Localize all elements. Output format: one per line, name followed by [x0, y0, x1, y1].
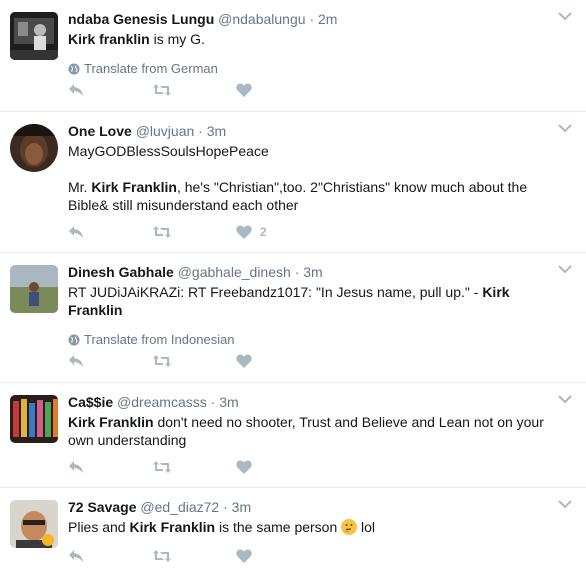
globe-icon — [68, 334, 80, 345]
retweet-icon — [153, 84, 171, 96]
chevron-down-icon[interactable] — [558, 12, 572, 21]
avatar[interactable] — [10, 12, 58, 60]
chevron-down-icon[interactable] — [558, 500, 572, 509]
tweet-text-rest: is my G. — [149, 31, 205, 47]
tweet-text: Kirk Franklin don't need no shooter, Tru… — [68, 413, 556, 449]
like-count: 2 — [260, 225, 267, 239]
retweet-button[interactable] — [152, 354, 236, 368]
keyword-highlight: Kirk franklin — [68, 31, 150, 47]
timestamp[interactable]: 3m — [207, 123, 226, 139]
tweet-text: MayGODBlessSoulsHopePeace Mr. Kirk Frank… — [68, 142, 556, 214]
avatar[interactable] — [10, 500, 58, 548]
retweet-icon — [153, 550, 171, 562]
tweet[interactable]: 72 Savage @ed_diaz72 · 3m Plies and Kirk… — [0, 488, 586, 576]
reply-button[interactable] — [68, 83, 152, 97]
heart-icon — [236, 354, 252, 368]
tweet[interactable]: Dinesh Gabhale @gabhale_dinesh · 3m RT J… — [0, 253, 586, 383]
timestamp[interactable]: 3m — [303, 264, 322, 280]
retweet-icon — [153, 461, 171, 473]
tweet-feed: ndaba Genesis Lungu @ndabalungu · 2m Kir… — [0, 0, 586, 576]
tweet-header: 72 Savage @ed_diaz72 · 3m — [68, 498, 556, 516]
reply-button[interactable] — [68, 549, 152, 563]
chevron-down-icon[interactable] — [558, 265, 572, 274]
user-handle[interactable]: @luvjuan — [136, 123, 195, 139]
like-button[interactable]: 2 — [236, 225, 320, 239]
timestamp[interactable]: 3m — [232, 499, 251, 515]
timestamp[interactable]: 2m — [318, 11, 337, 27]
heart-icon — [236, 549, 252, 563]
display-name[interactable]: 72 Savage — [68, 499, 137, 515]
reply-icon — [69, 550, 83, 562]
thinking-face-emoji-icon — [341, 519, 358, 535]
translate-label: Translate from German — [84, 61, 218, 76]
keyword-highlight: Kirk Franklin — [129, 519, 216, 535]
retweet-icon — [153, 226, 171, 238]
reply-button[interactable] — [68, 354, 152, 368]
user-handle[interactable]: @ed_diaz72 — [140, 499, 219, 515]
like-button[interactable] — [236, 549, 320, 563]
heart-icon — [236, 460, 252, 474]
separator-dot: · — [309, 11, 315, 27]
tweet-header: Ca$$ie @dreamcasss · 3m — [68, 393, 556, 411]
display-name[interactable]: Ca$$ie — [68, 394, 113, 410]
reply-icon — [69, 84, 83, 96]
reply-button[interactable] — [68, 460, 152, 474]
separator-dot: · — [198, 123, 203, 139]
user-handle[interactable]: @dreamcasss — [117, 394, 207, 410]
chevron-down-icon[interactable] — [558, 395, 572, 404]
tweet-text-pre: Mr. — [68, 179, 92, 195]
tweet-text-pre: RT JUDiJAiKRAZi: RT Freebandz1017: "In J… — [68, 284, 483, 300]
display-name[interactable]: One Love — [68, 123, 132, 139]
keyword-highlight: Kirk Franklin — [68, 414, 154, 430]
retweet-icon — [153, 355, 171, 367]
tweet-header: Dinesh Gabhale @gabhale_dinesh · 3m — [68, 263, 556, 281]
heart-icon — [236, 225, 252, 239]
tweet-text: RT JUDiJAiKRAZi: RT Freebandz1017: "In J… — [68, 283, 556, 319]
tweet-text-line: MayGODBlessSoulsHopePeace — [68, 143, 269, 159]
tweet[interactable]: Ca$$ie @dreamcasss · 3m Kirk Franklin do… — [0, 383, 586, 488]
chevron-down-icon[interactable] — [558, 124, 572, 133]
tweet-text-paragraph: Mr. Kirk Franklin, he's "Christian",too.… — [68, 178, 556, 214]
tweet[interactable]: One Love @luvjuan · 3m MayGODBlessSoulsH… — [0, 112, 586, 253]
display-name[interactable]: ndaba Genesis Lungu — [68, 11, 214, 27]
reply-icon — [69, 226, 83, 238]
globe-icon — [68, 63, 80, 74]
avatar[interactable] — [10, 265, 58, 313]
tweet-header: One Love @luvjuan · 3m — [68, 122, 556, 140]
tweet[interactable]: ndaba Genesis Lungu @ndabalungu · 2m Kir… — [0, 0, 586, 112]
tweet-text-rest: lol — [357, 519, 376, 535]
reply-button[interactable] — [68, 225, 152, 239]
keyword-highlight: Kirk Franklin — [91, 179, 177, 195]
retweet-button[interactable] — [152, 460, 236, 474]
display-name[interactable]: Dinesh Gabhale — [68, 264, 174, 280]
separator-dot: · — [223, 499, 228, 515]
separator-dot: · — [294, 264, 300, 280]
avatar[interactable] — [10, 124, 58, 172]
separator-dot: · — [210, 394, 216, 410]
like-button[interactable] — [236, 354, 320, 368]
like-button[interactable] — [236, 460, 320, 474]
reply-icon — [69, 355, 83, 367]
retweet-button[interactable] — [152, 549, 236, 563]
translate-link[interactable]: Translate from German — [68, 61, 556, 76]
user-handle[interactable]: @ndabalungu — [218, 11, 305, 27]
avatar[interactable] — [10, 395, 58, 443]
tweet-text-mid: is the same person — [215, 519, 342, 535]
tweet-text-pre: Plies and — [68, 519, 130, 535]
user-handle[interactable]: @gabhale_dinesh — [178, 264, 291, 280]
reply-icon — [69, 461, 83, 473]
heart-icon — [236, 83, 252, 97]
timestamp[interactable]: 3m — [219, 394, 238, 410]
retweet-button[interactable] — [152, 225, 236, 239]
retweet-button[interactable] — [152, 83, 236, 97]
translate-label: Translate from Indonesian — [84, 332, 235, 347]
tweet-header: ndaba Genesis Lungu @ndabalungu · 2m — [68, 10, 556, 28]
translate-link[interactable]: Translate from Indonesian — [68, 332, 556, 347]
tweet-text: Plies and Kirk Franklin is the same pers… — [68, 518, 556, 536]
like-button[interactable] — [236, 83, 320, 97]
tweet-text: Kirk franklin is my G. — [68, 30, 556, 48]
